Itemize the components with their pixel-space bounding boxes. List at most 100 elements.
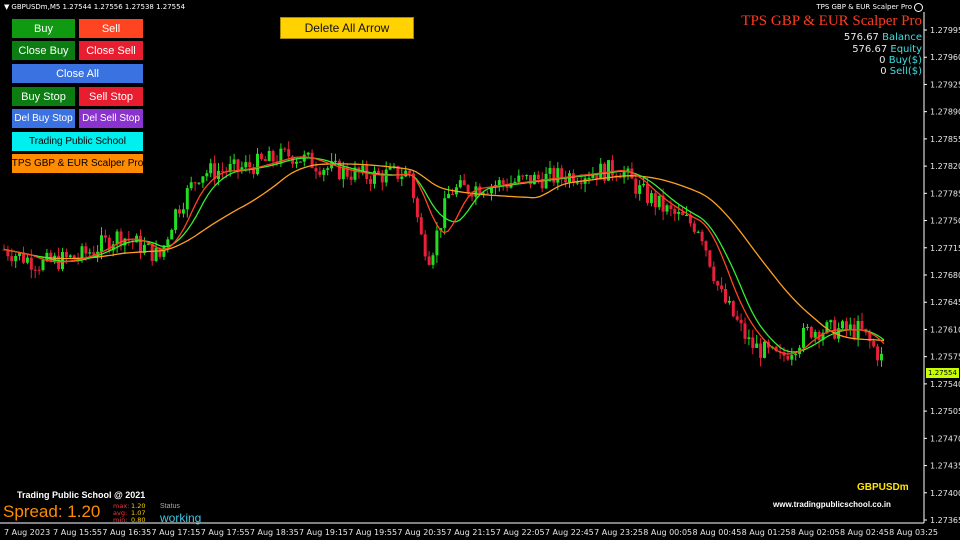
candle-body [139, 235, 142, 254]
time-tick-label: 7 Aug 18:35 [250, 528, 299, 537]
sell-stop-button[interactable]: Sell Stop [78, 86, 144, 107]
equity-label: Equity [890, 44, 922, 55]
candle-body [263, 159, 267, 161]
candle-body [876, 346, 880, 361]
spread-stats: max: 1.20 avg: 1.07 min: 0.80 [113, 503, 145, 524]
candle-body [283, 148, 287, 150]
close-sell-button[interactable]: Close Sell [78, 40, 144, 61]
price-tick-label: 1.27645 [930, 298, 960, 307]
candle-body [763, 341, 766, 358]
buy-button[interactable]: Buy [11, 18, 76, 39]
candle-body [259, 153, 263, 160]
trading-public-school-button[interactable]: Trading Public School [11, 131, 144, 152]
price-chart[interactable]: 1.27995 1.27960 1.27925 1.27890 1.27855 1.278… [0, 0, 960, 540]
candle-body [115, 231, 119, 245]
candle-body [100, 235, 103, 252]
candle-body [29, 257, 33, 270]
candle-body [462, 180, 466, 186]
candle-body [10, 256, 14, 262]
candle-body [443, 198, 447, 228]
candle-body [610, 160, 614, 176]
del-buy-stop-button[interactable]: Del Buy Stop [11, 108, 76, 129]
sell-button[interactable]: Sell [78, 18, 144, 39]
candle-body [646, 183, 649, 204]
time-tick-label: 8 Aug 02:05 [791, 528, 840, 537]
candle-body [716, 281, 720, 286]
time-tick-label: 7 Aug 20:35 [397, 528, 446, 537]
close-buy-button[interactable]: Close Buy [11, 40, 76, 61]
time-tick-label: 7 Aug 17:55 [201, 528, 250, 537]
brand-footer: Trading Public School @ 2021 [17, 490, 146, 500]
candle-body [833, 320, 837, 339]
price-tick-label: 1.27470 [930, 434, 960, 443]
price-tick-label: 1.27610 [930, 325, 960, 334]
candle-body [681, 211, 685, 216]
candle-body [532, 174, 536, 185]
candle-body [80, 246, 84, 259]
candle-body [634, 178, 638, 194]
candle-body [712, 266, 716, 282]
price-tick-label: 1.27785 [930, 189, 960, 198]
del-sell-stop-button[interactable]: Del Sell Stop [78, 108, 144, 129]
spread-stat-min: min: 0.80 [113, 516, 146, 524]
candle-body [587, 178, 591, 180]
candle-body [178, 209, 181, 214]
candle-body [349, 176, 353, 180]
candle-body [248, 162, 252, 168]
candle-body [844, 321, 848, 330]
time-tick-label: 7 Aug 23:25 [594, 528, 643, 537]
candle-body [326, 168, 330, 170]
candle-body [271, 150, 275, 162]
candle-body [92, 252, 96, 255]
website-link[interactable]: www.tradingpublicschool.co.in [773, 500, 891, 509]
candle-body [735, 316, 739, 320]
candle-body [205, 173, 209, 177]
chart-canvas[interactable]: 1.27995 1.27960 1.27925 1.27890 1.27855 1.278… [0, 0, 960, 540]
candle-body [369, 179, 373, 184]
equity-row: 576.67 Equity [852, 44, 922, 55]
candle-body [536, 174, 540, 179]
tps-scalper-button[interactable]: TPS GBP & EUR Scalper Pro [11, 153, 144, 174]
close-all-button[interactable]: Close All [11, 63, 144, 84]
candle-body [794, 353, 798, 356]
time-tick-label: 7 Aug 2023 [4, 528, 50, 537]
time-tick-label: 8 Aug 01:25 [742, 528, 791, 537]
price-tick-label: 1.27925 [930, 80, 960, 89]
buy-stop-button[interactable]: Buy Stop [11, 86, 76, 107]
candle-body [556, 168, 560, 183]
candle-body [673, 209, 677, 214]
candle-body [657, 195, 661, 208]
candle-body [415, 198, 419, 218]
candle-body [525, 175, 529, 177]
time-tick-label: 8 Aug 03:25 [889, 528, 938, 537]
candle-body [154, 247, 158, 261]
candle-body [376, 170, 380, 174]
price-tick-label: 1.27960 [930, 53, 960, 62]
candle-body [841, 321, 844, 329]
candle-body [829, 320, 833, 323]
status-label: Status [160, 503, 180, 510]
time-tick-label: 8 Aug 00:45 [692, 528, 741, 537]
delete-all-arrow-button[interactable]: Delete All Arrow [280, 17, 414, 39]
candle-body [419, 217, 423, 235]
candle-body [649, 193, 653, 204]
time-tick-label: 7 Aug 17:15 [152, 528, 201, 537]
candle-body [692, 223, 696, 232]
time-tick-label: 7 Aug 19:15 [299, 528, 348, 537]
candle-body [119, 231, 123, 246]
collapse-triangle-icon[interactable]: ▼ [4, 3, 9, 11]
candle-body [790, 355, 794, 360]
candle-body [755, 343, 759, 348]
price-tick-label: 1.27820 [930, 162, 960, 171]
time-tick-label: 7 Aug 22:05 [496, 528, 545, 537]
candle-body [747, 337, 751, 339]
candle-body [724, 289, 727, 303]
candle-body [400, 176, 404, 179]
candle-body [677, 211, 681, 214]
price-tick-label: 1.27890 [930, 108, 960, 117]
candle-body [287, 149, 291, 157]
candle-body [560, 168, 564, 178]
candle-body [618, 177, 622, 179]
symbol-info-text: GBPUSDm,M5 1.27544 1.27556 1.27538 1.275… [11, 3, 186, 11]
candle-body [665, 205, 669, 212]
